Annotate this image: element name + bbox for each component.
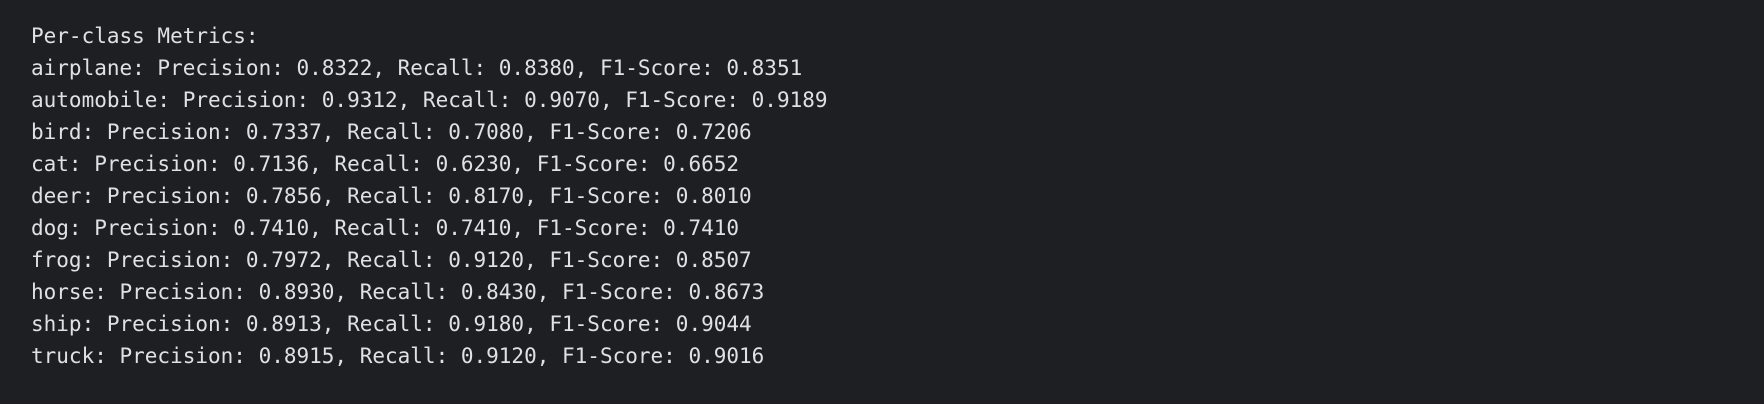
console-line-cat: cat: Precision: 0.7136, Recall: 0.6230, … — [31, 152, 740, 176]
console-line-dog: dog: Precision: 0.7410, Recall: 0.7410, … — [31, 216, 740, 240]
console-line-deer: deer: Precision: 0.7856, Recall: 0.8170,… — [31, 184, 752, 208]
console-output: Per-class Metrics: airplane: Precision: … — [0, 0, 1764, 404]
console-line-airplane: airplane: Precision: 0.8322, Recall: 0.8… — [31, 56, 803, 80]
console-line-truck: truck: Precision: 0.8915, Recall: 0.9120… — [31, 344, 765, 368]
console-line-ship: ship: Precision: 0.8913, Recall: 0.9180,… — [31, 312, 752, 336]
console-line-horse: horse: Precision: 0.8930, Recall: 0.8430… — [31, 280, 765, 304]
console-line-frog: frog: Precision: 0.7972, Recall: 0.9120,… — [31, 248, 752, 272]
console-line-bird: bird: Precision: 0.7337, Recall: 0.7080,… — [31, 120, 752, 144]
console-header: Per-class Metrics: — [31, 24, 259, 48]
console-line-automobile: automobile: Precision: 0.9312, Recall: 0… — [31, 88, 828, 112]
